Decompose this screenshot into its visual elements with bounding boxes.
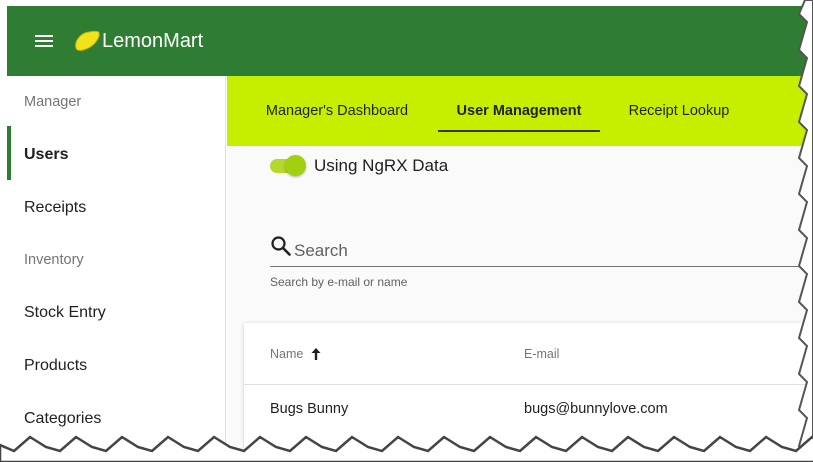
sidebar-item-stock-entry[interactable]: Stock Entry (7, 295, 225, 331)
toggle-label: Using NgRX Data (314, 156, 449, 175)
sidebar-item-users[interactable]: Users (7, 137, 225, 173)
tab-bar: Manager's Dashboard User Management Rece… (227, 76, 813, 146)
torn-edge-right (797, 0, 813, 462)
menu-icon[interactable] (35, 34, 53, 48)
sidebar-header-manager: Manager (24, 94, 82, 110)
sidebar-header-inventory: Inventory (24, 252, 84, 268)
search-hint: Search by e-mail or name (270, 275, 408, 289)
main-content: Manager's Dashboard User Management Rece… (227, 76, 813, 462)
cell-name[interactable]: Bugs Bunny (270, 401, 348, 417)
sidebar: Manager Users Receipts Inventory Stock E… (7, 76, 226, 456)
sidebar-item-products[interactable]: Products (7, 348, 225, 384)
sidebar-item-receipts[interactable]: Receipts (7, 190, 225, 226)
tab-receipt-lookup[interactable]: Receipt Lookup (613, 76, 745, 146)
toggle-track[interactable] (270, 155, 306, 176)
search-field[interactable] (270, 227, 813, 267)
active-tab-indicator (438, 130, 600, 132)
tab-managers-dashboard[interactable]: Manager's Dashboard (247, 76, 427, 146)
search-icon (271, 236, 291, 256)
tab-user-management[interactable]: User Management (438, 76, 600, 146)
search-input[interactable] (294, 239, 794, 263)
brand[interactable]: LemonMart (73, 29, 203, 53)
app-toolbar: LemonMart (7, 6, 807, 76)
lemon-icon (75, 30, 100, 51)
column-header-email-label: E-mail (524, 347, 560, 361)
column-header-name-label: Name (270, 347, 304, 361)
column-header-name[interactable]: Name (270, 347, 322, 361)
column-header-email[interactable]: E-mail (524, 347, 559, 361)
toggle-thumb[interactable] (285, 155, 306, 176)
header-divider (244, 384, 813, 385)
torn-edge-bottom (0, 435, 813, 462)
cell-email[interactable]: bugs@bunnylove.com (524, 401, 668, 417)
ngrx-toggle[interactable]: Using NgRX Data (270, 155, 449, 176)
app-title: LemonMart (102, 29, 204, 52)
sort-ascending-icon[interactable] (310, 347, 322, 361)
search-underline (270, 266, 813, 267)
